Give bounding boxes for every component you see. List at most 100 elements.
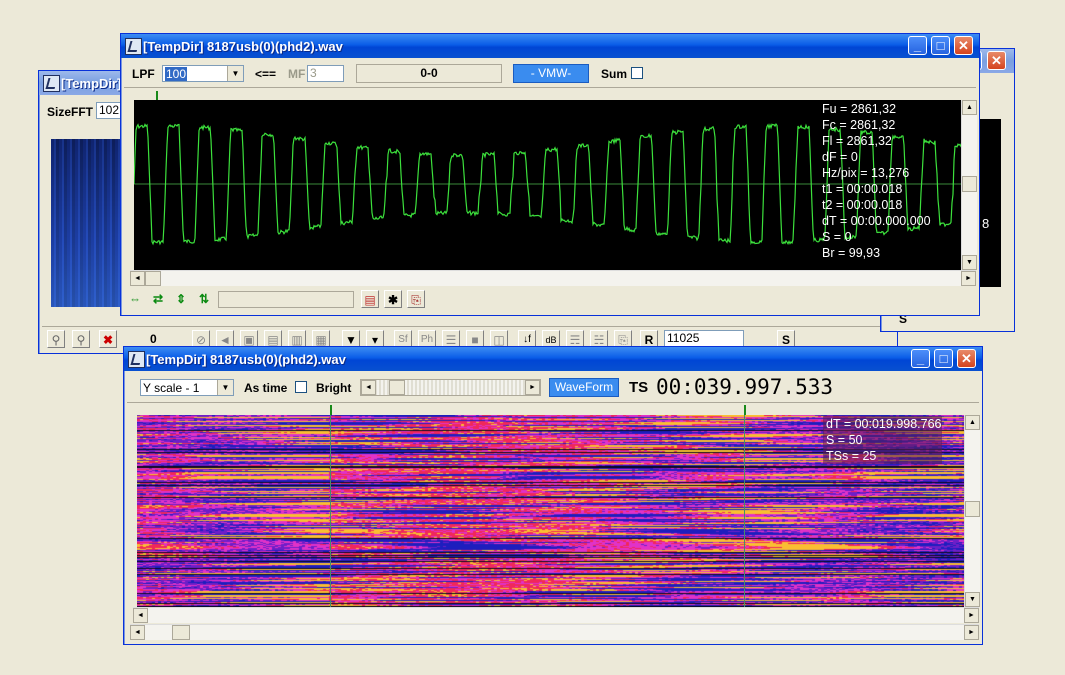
waveform-readout-line: t1 = 00:00.018 <box>822 182 903 196</box>
cursor-line-left <box>330 415 331 607</box>
spectrogram-marker-right[interactable] <box>744 405 746 415</box>
paste-icon[interactable]: ⎘ <box>407 290 425 308</box>
mf-label: MF <box>288 67 306 81</box>
lpf-select[interactable]: 100 ▼ <box>162 65 244 82</box>
spectrogram-readout-line: S = 50 <box>826 433 863 447</box>
waveform-window-title: [TempDir] 8187usb(0)(phd2).wav <box>143 39 343 54</box>
scroll-left-icon[interactable]: ◄ <box>130 271 145 286</box>
close-icon[interactable]: ✕ <box>954 36 973 55</box>
astime-checkbox[interactable] <box>295 381 307 393</box>
chart-icon[interactable]: ▤ <box>361 290 379 308</box>
scroll-up-icon[interactable]: ▲ <box>965 415 980 430</box>
waveform-vscroll[interactable]: ▲ ▼ <box>961 100 977 270</box>
scroll-up-icon[interactable]: ▲ <box>962 100 977 115</box>
stretch-h-icon[interactable]: ⇔ <box>126 290 144 308</box>
close-icon[interactable]: ✕ <box>957 349 976 368</box>
sum-checkbox[interactable] <box>631 67 643 79</box>
waveform-readout-line: Fu = 2861,32 <box>822 102 897 116</box>
hscroll-thumb[interactable] <box>145 271 161 286</box>
spectrogram-window: [TempDir] 8187usb(0)(phd2).wav _ □ ✕ Y s… <box>123 346 983 645</box>
right-back-plot <box>977 119 1001 287</box>
spectrogram-vscroll[interactable]: ▲ ▼ <box>964 415 980 607</box>
waveform-readout-line: dT = 00:00.000.000 <box>822 214 931 228</box>
maximize-icon[interactable]: □ <box>934 349 953 368</box>
delete-icon[interactable]: ✖ <box>99 330 117 348</box>
waveform-readout-line: S = 0 <box>822 230 852 244</box>
slider-thumb[interactable] <box>389 380 405 395</box>
sizefft-label: SizeFFT <box>47 105 94 119</box>
waveform-marker[interactable] <box>156 91 158 100</box>
lpf-value: 100 <box>165 67 188 81</box>
back-window-title: [TempDir] <box>61 76 122 91</box>
app-icon <box>125 38 142 55</box>
waveform-readout-line: Br = 99,93 <box>822 246 881 260</box>
ts-label: TS <box>629 379 649 396</box>
waveform-window: [TempDir] 8187usb(0)(phd2).wav _ □ ✕ LPF… <box>120 33 980 316</box>
scroll-down-icon[interactable]: ▼ <box>965 592 980 607</box>
vmw-button[interactable]: - VMW- <box>513 64 589 83</box>
mf-input[interactable]: 3 <box>307 65 344 82</box>
scroll-left-icon[interactable]: ◄ <box>130 625 145 640</box>
spectrogram-plot[interactable]: dT = 00:019.998.766 S = 50 TSs = 25 <box>137 415 966 607</box>
waveform-window-titlebar[interactable]: [TempDir] 8187usb(0)(phd2).wav _ □ ✕ <box>121 34 979 58</box>
chevron-down-icon[interactable]: ▼ <box>227 66 243 81</box>
time-scroll[interactable]: ◄ ► <box>130 624 979 640</box>
waveform-hscroll[interactable]: ◄ ► <box>130 270 976 286</box>
waveform-readout: Fu = 2861,32 Fc = 2861,32 Fl = 2861,32 dF =… <box>822 101 931 261</box>
waveform-readout-line: t2 = 00:00.018 <box>822 198 903 212</box>
range-panel: 0-0 <box>356 64 502 83</box>
spectrogram-hscroll[interactable]: ◄ ► <box>133 607 979 623</box>
maximize-icon[interactable]: □ <box>931 36 950 55</box>
scroll-down-icon[interactable]: ▼ <box>962 255 977 270</box>
spectrogram-window-titlebar[interactable]: [TempDir] 8187usb(0)(phd2).wav _ □ ✕ <box>124 347 982 371</box>
lpf-label: LPF <box>132 67 155 81</box>
spectrogram-toolbar: Y scale - 1 ▼ As time Bright ◄ ► WaveFor… <box>127 374 979 403</box>
minimize-icon[interactable]: _ <box>911 349 930 368</box>
star-icon[interactable]: ✱ <box>384 290 402 308</box>
scroll-left-icon[interactable]: ◄ <box>133 608 148 623</box>
app-icon <box>128 351 145 368</box>
spectrogram-readout: dT = 00:019.998.766 S = 50 TSs = 25 <box>823 416 942 464</box>
right-back-digit: 8 <box>982 216 990 231</box>
astime-label: As time <box>244 381 288 395</box>
cursor-line-right <box>744 415 745 607</box>
ts-value: 00:039.997.533 <box>656 375 834 399</box>
shrink-h-icon[interactable]: ⇄ <box>149 290 167 308</box>
waveform-button[interactable]: WaveForm <box>549 378 619 397</box>
close-icon[interactable]: ✕ <box>987 51 1006 70</box>
vscroll-thumb[interactable] <box>965 501 980 517</box>
waveform-readout-line: Fc = 2861,32 <box>822 118 896 132</box>
yscale-select[interactable]: Y scale - 1 ▼ <box>140 379 234 396</box>
scroll-right-icon[interactable]: ► <box>964 608 979 623</box>
bright-label: Bright <box>316 381 352 395</box>
arrow-label: <== <box>255 67 277 81</box>
app-icon <box>43 75 60 92</box>
minimize-icon[interactable]: _ <box>908 36 927 55</box>
sum-label: Sum <box>601 67 628 81</box>
zoom-in-icon[interactable]: ⚲ <box>47 330 65 348</box>
spectrogram-window-title: [TempDir] 8187usb(0)(phd2).wav <box>146 352 346 367</box>
yscale-value: Y scale - 1 <box>143 381 200 395</box>
waveform-readout-line: Fl = 2861,32 <box>822 134 892 148</box>
waveform-plot[interactable]: Fu = 2861,32 Fc = 2861,32 Fl = 2861,32 dF =… <box>134 100 965 270</box>
scroll-right-icon[interactable]: ► <box>961 271 976 286</box>
spectrogram-marker-left[interactable] <box>330 405 332 415</box>
slider-right-icon[interactable]: ► <box>525 380 540 395</box>
chevron-down-icon[interactable]: ▼ <box>217 380 233 395</box>
spectrogram-readout-line: dT = 00:019.998.766 <box>826 417 942 431</box>
slider-left-icon[interactable]: ◄ <box>361 380 376 395</box>
sample-rate-input[interactable]: 11025 <box>664 330 744 347</box>
scroll-right-icon[interactable]: ► <box>964 625 979 640</box>
zoom-out-icon[interactable]: ⚲ <box>72 330 90 348</box>
vscroll-thumb[interactable] <box>962 176 977 192</box>
bright-slider[interactable]: ◄ ► <box>360 379 541 396</box>
back-spectrogram-overlay <box>51 139 121 307</box>
stretch-v-icon[interactable]: ⇕ <box>172 290 190 308</box>
waveform-readout-line: Hz/pix = 13,276 <box>822 166 910 180</box>
spectrogram-readout-line: TSs = 25 <box>826 449 877 463</box>
waveform-readout-line: dF = 0 <box>822 150 858 164</box>
back-counter: 0 <box>150 332 157 346</box>
time-scroll-thumb[interactable] <box>172 625 190 640</box>
shrink-v-icon[interactable]: ⇅ <box>195 290 213 308</box>
waveform-status-field <box>218 291 354 308</box>
